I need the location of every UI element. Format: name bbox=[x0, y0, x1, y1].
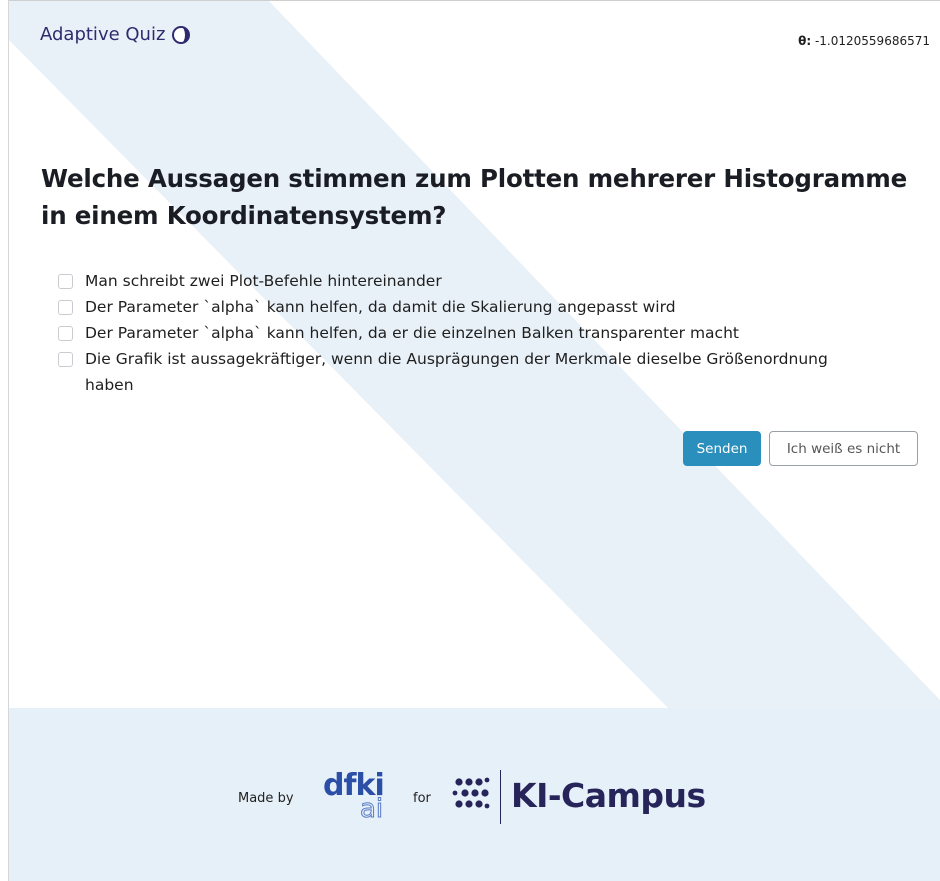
ki-campus-dots-icon bbox=[452, 777, 490, 809]
option-label: Der Parameter `alpha` kann helfen, da da… bbox=[85, 298, 676, 316]
answer-option[interactable]: Man schreibt zwei Plot-Befehle hinterein… bbox=[58, 268, 878, 294]
option-label: Der Parameter `alpha` kann helfen, da er… bbox=[85, 324, 739, 342]
checkbox[interactable] bbox=[58, 274, 73, 289]
dont-know-button[interactable]: Ich weiß es nicht bbox=[769, 431, 918, 466]
option-label: Man schreibt zwei Plot-Befehle hinterein… bbox=[85, 272, 442, 290]
answer-option[interactable]: Die Grafik ist aussagekräftiger, wenn di… bbox=[58, 346, 878, 398]
app-brand[interactable]: Adaptive Quiz bbox=[40, 24, 191, 45]
theta-label: θ: bbox=[798, 34, 812, 48]
submit-button[interactable]: Senden bbox=[683, 431, 761, 466]
frame-border-top bbox=[8, 0, 940, 1]
made-by-text: Made by bbox=[238, 791, 294, 806]
dfki-logo[interactable]: dfki ai bbox=[323, 768, 393, 828]
option-label: Die Grafik ist aussagekräftiger, wenn di… bbox=[85, 350, 828, 394]
checkbox[interactable] bbox=[58, 300, 73, 315]
answer-options: Man schreibt zwei Plot-Befehle hinterein… bbox=[58, 268, 878, 398]
ki-campus-logo[interactable]: KI-Campus bbox=[511, 776, 706, 815]
half-moon-icon bbox=[171, 25, 191, 45]
answer-option[interactable]: Der Parameter `alpha` kann helfen, da er… bbox=[58, 320, 878, 346]
theta-readout: θ: -1.0120559686571 bbox=[798, 34, 930, 48]
ki-campus-divider bbox=[500, 770, 501, 824]
for-text: for bbox=[413, 791, 431, 806]
theta-value: -1.0120559686571 bbox=[814, 34, 930, 48]
question-text: Welche Aussagen stimmen zum Plotten mehr… bbox=[41, 164, 908, 230]
header: Adaptive Quiz θ: -1.0120559686571 bbox=[40, 24, 930, 54]
checkbox[interactable] bbox=[58, 352, 73, 367]
app-title: Adaptive Quiz bbox=[40, 24, 166, 45]
answer-option[interactable]: Der Parameter `alpha` kann helfen, da da… bbox=[58, 294, 878, 320]
dfki-logo-ai: ai bbox=[359, 794, 384, 825]
checkbox[interactable] bbox=[58, 326, 73, 341]
